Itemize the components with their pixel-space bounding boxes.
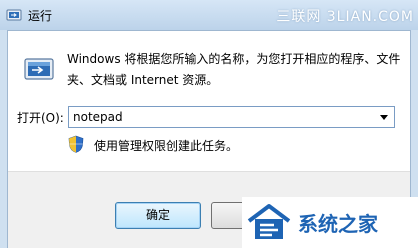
logo-text: 系统之家 bbox=[298, 212, 378, 236]
command-combobox[interactable] bbox=[68, 106, 395, 128]
command-input[interactable] bbox=[69, 107, 374, 127]
ok-button[interactable]: 确定 bbox=[115, 202, 201, 229]
site-logo: 系统之家 bbox=[242, 197, 418, 248]
open-label: 打开(O): bbox=[17, 111, 64, 125]
run-app-icon bbox=[24, 58, 54, 80]
site-watermark: 三联网 3LIAN.COM bbox=[276, 9, 414, 25]
run-app-icon bbox=[6, 9, 22, 21]
title-bar[interactable]: 运行 三联网 3LIAN.COM bbox=[0, 0, 418, 30]
window-title: 运行 bbox=[28, 9, 53, 23]
dialog-description: Windows 将根据您所输入的名称，为您打开相应的程序、文件夹、文档或 Int… bbox=[67, 52, 401, 87]
uac-shield-icon bbox=[68, 135, 84, 153]
chevron-down-icon[interactable] bbox=[376, 110, 392, 124]
admin-rights-note: 使用管理权限创建此任务。 bbox=[94, 139, 239, 153]
house-logo-icon bbox=[247, 204, 291, 239]
